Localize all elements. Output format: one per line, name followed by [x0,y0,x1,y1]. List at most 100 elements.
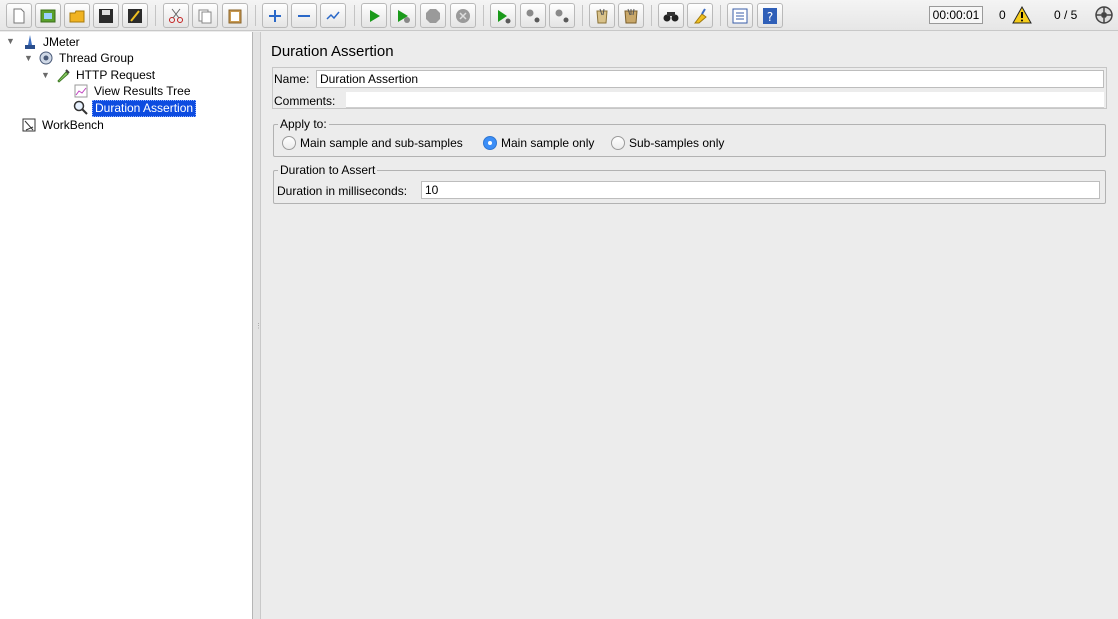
open-button[interactable] [64,3,90,28]
radio-button-icon [282,136,296,150]
name-label: Name: [274,72,310,86]
clear-button[interactable] [589,3,615,28]
templates-button[interactable] [35,3,61,28]
assertion-panel: Duration Assertion Name: Comments: Apply… [262,32,1118,619]
radio-label: Main sample only [501,136,595,150]
tree-node-label: View Results Tree [94,83,191,98]
radio-label: Main sample and sub-samples [300,136,463,150]
error-count: 0 [999,8,1006,22]
active-thread-count: 0 / 5 [1054,8,1078,22]
clear-all-button[interactable] [618,3,644,28]
start-button[interactable] [361,3,387,28]
save-icon [99,8,113,23]
save-as-icon [128,8,142,23]
toggle-icon [326,11,340,20]
expand-toggle-icon[interactable]: ▼ [6,36,15,46]
remote-stop-button[interactable] [520,3,546,28]
start-icon [370,9,380,22]
pipette-icon [57,69,70,83]
name-field[interactable] [316,70,1104,88]
collapse-all-button[interactable] [291,3,317,28]
svg-text:?: ? [767,10,773,24]
tree-node-thread-group[interactable]: Thread Group [38,50,136,66]
name-comments-box: Name: Comments: [272,67,1107,109]
new-button[interactable] [6,3,32,28]
comments-label: Comments: [274,94,336,108]
start-no-pause-icon [398,9,410,23]
chart-icon [74,84,88,98]
stop-icon [426,8,440,23]
tree-node-label: Duration Assertion [92,99,197,117]
radio-button-icon [611,136,625,150]
remote-start-icon [498,9,511,23]
elapsed-timer: 00:00:01 [929,6,983,24]
workbench-icon [22,118,36,132]
radio-sub-samples-only[interactable]: Sub-samples only [611,136,724,150]
help-button[interactable]: ? [757,3,783,28]
expand-toggle-icon[interactable]: ▼ [24,53,33,63]
tree-node-label: HTTP Request [76,67,156,82]
paste-icon [228,9,242,23]
copy-icon [198,9,212,23]
warning-icon[interactable] [1012,6,1032,24]
page-title: Duration Assertion [271,43,394,60]
apply-to-legend: Apply to: [280,117,327,131]
function-helper-icon [732,8,748,23]
cut-icon [169,8,183,23]
radio-label: Sub-samples only [629,136,725,150]
cut-button[interactable] [163,3,189,28]
clear-icon [596,8,608,23]
start-no-pauses-button[interactable] [390,3,416,28]
splitter-grip-icon: ⋮ [255,323,262,330]
split-pane-divider[interactable]: ⋮ [253,32,262,619]
radio-button-selected-icon [483,136,497,150]
comments-field[interactable] [346,92,1104,108]
shutdown-icon [456,8,470,23]
tree-node-label: Thread Group [59,50,134,65]
expand-icon [269,9,281,22]
jmeter-icon [25,35,35,49]
search-icon [663,11,679,21]
toolbar: ? 00:00:01 0 0 / 5 [0,0,1118,31]
expand-toggle-icon[interactable]: ▼ [41,70,50,80]
tree-node-http-request[interactable]: HTTP Request [55,67,157,83]
help-icon: ? [763,7,777,24]
duration-legend: Duration to Assert [280,163,376,177]
radio-main-and-sub-samples[interactable]: Main sample and sub-samples [282,136,463,150]
reset-search-button[interactable] [687,3,713,28]
radio-main-sample-only[interactable]: Main sample only [483,136,594,150]
tree-node-label: JMeter [43,34,80,49]
stop-button[interactable] [420,3,446,28]
duration-label: Duration in milliseconds: [277,184,408,198]
collapse-icon [298,14,310,17]
save-as-button[interactable] [122,3,148,28]
gear-icon [39,51,53,65]
shutdown-button[interactable] [450,3,476,28]
toggle-button[interactable] [320,3,346,28]
test-plan-tree: ▼ JMeter ▼ Thread Group ▼ HTTP Request V… [0,32,253,619]
copy-button[interactable] [192,3,218,28]
new-icon [13,8,25,23]
search-button[interactable] [658,3,684,28]
function-helper-button[interactable] [727,3,753,28]
clear-all-icon [624,8,638,23]
open-icon [69,10,85,22]
save-button[interactable] [93,3,119,28]
jmeter-window: ? 00:00:01 0 0 / 5 ▼ JMeter ▼ Thread Gro… [0,0,1118,619]
reset-search-icon [693,7,707,23]
tree-node-duration-assertion[interactable]: Duration Assertion [73,99,197,117]
duration-field[interactable] [421,181,1100,199]
templates-icon [40,9,56,22]
magnifier-icon [73,100,88,115]
remote-start-button[interactable] [490,3,516,28]
expand-all-button[interactable] [262,3,288,28]
tree-node-label: WorkBench [42,117,104,132]
paste-button[interactable] [222,3,248,28]
tree-node-view-results-tree[interactable]: View Results Tree [73,83,193,99]
remote-stop-icon [526,9,540,22]
tree-node-workbench[interactable]: WorkBench [21,117,106,133]
remote-status-icon [1095,6,1113,24]
remote-shutdown-button[interactable] [549,3,575,28]
remote-shutdown-icon [555,9,569,22]
tree-node-jmeter[interactable]: JMeter [22,34,82,50]
